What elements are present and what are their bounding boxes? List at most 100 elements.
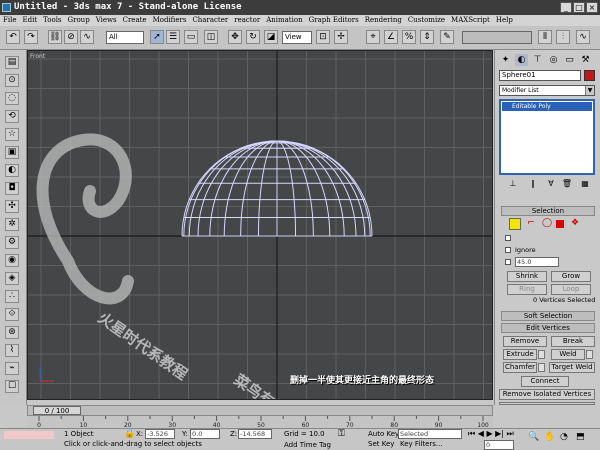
- bind-space-warp-icon[interactable]: ∿: [80, 30, 94, 44]
- select-and-rotate-icon[interactable]: ↻: [246, 30, 260, 44]
- particle-icon[interactable]: ∴: [5, 290, 19, 303]
- break-button[interactable]: Break: [551, 336, 595, 347]
- edge-mode-icon[interactable]: ⌐: [525, 218, 537, 230]
- ignore-backfacing-checkbox[interactable]: [505, 247, 511, 253]
- layer-manager-icon[interactable]: ▤: [5, 56, 19, 69]
- stack-item-editable-poly[interactable]: Editable Poly: [502, 102, 592, 111]
- systems-icon[interactable]: ⚙: [5, 236, 19, 249]
- menu-reactor[interactable]: reactor: [234, 15, 260, 26]
- wire-icon[interactable]: ⌇: [5, 344, 19, 357]
- menu-maxscript[interactable]: MAXScript: [451, 15, 490, 26]
- soft-selection-rollout-header[interactable]: Soft Selection: [501, 311, 595, 321]
- extrude-settings-button[interactable]: [538, 350, 545, 359]
- select-by-name-icon[interactable]: ☰: [166, 30, 180, 44]
- grow-button[interactable]: Grow: [551, 271, 591, 282]
- current-frame-field[interactable]: 0: [484, 440, 514, 450]
- modifier-list-dropdown[interactable]: Modifier List ▼: [499, 85, 595, 96]
- time-slider[interactable]: 0 / 100: [27, 405, 493, 416]
- x-coordinate-field[interactable]: -3.526: [145, 429, 175, 439]
- menu-graph-editors[interactable]: Graph Editors: [309, 15, 359, 26]
- named-selection-sets-dropdown[interactable]: [462, 31, 532, 44]
- chamfer-button[interactable]: Chamfer: [503, 362, 537, 373]
- modify-tab-icon[interactable]: ◐: [515, 54, 528, 66]
- shrink-button[interactable]: Shrink: [507, 271, 547, 282]
- pin-stack-icon[interactable]: ⊥: [507, 178, 519, 190]
- redo-icon[interactable]: ↷: [24, 30, 38, 44]
- menu-help[interactable]: Help: [496, 15, 513, 26]
- transform-icon[interactable]: ⟲: [5, 110, 19, 123]
- y-coordinate-field[interactable]: 0.0: [190, 429, 220, 439]
- extrude-button[interactable]: Extrude: [503, 349, 537, 360]
- menu-tools[interactable]: Tools: [43, 15, 61, 26]
- border-mode-icon[interactable]: ◯: [541, 218, 553, 230]
- target-weld-button[interactable]: Target Weld: [549, 362, 595, 373]
- helper-icon[interactable]: ✣: [5, 200, 19, 213]
- angle-snap-icon[interactable]: ∠: [384, 30, 398, 44]
- rectangular-selection-icon[interactable]: ▭: [184, 30, 198, 44]
- configure-sets-icon[interactable]: ▦: [579, 178, 591, 190]
- menu-create[interactable]: Create: [123, 15, 147, 26]
- polygon-mode-icon[interactable]: [556, 220, 564, 228]
- chamfer-settings-button[interactable]: [538, 363, 545, 372]
- undo-icon[interactable]: ↶: [6, 30, 20, 44]
- show-end-result-icon[interactable]: ∥: [527, 178, 539, 190]
- by-vertex-checkbox[interactable]: [505, 235, 511, 241]
- select-and-scale-icon[interactable]: ◪: [264, 30, 278, 44]
- material-icon[interactable]: ◈: [5, 272, 19, 285]
- select-icon[interactable]: ⊙: [5, 74, 19, 87]
- maxscript-listener-mini[interactable]: [4, 431, 54, 439]
- menu-group[interactable]: Group: [68, 15, 90, 26]
- remove-isolated-vertices-button[interactable]: Remove Isolated Vertices: [499, 389, 595, 400]
- hierarchy-tab-icon[interactable]: ⊤: [531, 54, 544, 66]
- object-color-swatch[interactable]: [584, 70, 595, 81]
- close-button[interactable]: ×: [586, 2, 598, 13]
- menu-rendering[interactable]: Rendering: [365, 15, 402, 26]
- pan-icon[interactable]: ✋: [544, 432, 555, 442]
- select-and-manipulate-icon[interactable]: ✢: [334, 30, 348, 44]
- use-pivot-point-icon[interactable]: ⊡: [316, 30, 330, 44]
- unlink-icon[interactable]: ⊘: [64, 30, 78, 44]
- percent-snap-icon[interactable]: %: [402, 30, 416, 44]
- camera-icon[interactable]: ◘: [5, 182, 19, 195]
- light-icon[interactable]: ◐: [5, 164, 19, 177]
- display-tab-icon[interactable]: ▭: [563, 54, 576, 66]
- maximize-viewport-icon[interactable]: ⬒: [576, 432, 585, 442]
- select-object-icon[interactable]: ➚: [150, 30, 164, 44]
- menu-modifiers[interactable]: Modifiers: [153, 15, 187, 26]
- orbit-icon[interactable]: ◔: [560, 432, 568, 442]
- add-time-tag[interactable]: Add Time Tag: [284, 441, 331, 449]
- selection-filter-dropdown[interactable]: All: [106, 31, 144, 44]
- maximize-button[interactable]: □: [573, 2, 585, 13]
- dynamics-icon[interactable]: ⟐: [5, 308, 19, 321]
- edit-vertices-rollout-header[interactable]: Edit Vertices: [501, 323, 595, 333]
- selection-rollout-header[interactable]: Selection: [501, 206, 595, 216]
- ik-icon[interactable]: ⌁: [5, 362, 19, 375]
- reference-coordinate-dropdown[interactable]: View: [282, 31, 312, 44]
- menu-customize[interactable]: Customize: [408, 15, 445, 26]
- create-tab-icon[interactable]: ✦: [499, 54, 512, 66]
- remove-unused-map-verts-button[interactable]: [499, 402, 595, 405]
- scene-icon[interactable]: ▣: [5, 146, 19, 159]
- ring-button[interactable]: Ring: [507, 284, 547, 295]
- remove-modifier-icon[interactable]: 🗑: [561, 178, 573, 190]
- object-name-field[interactable]: Sphere01: [499, 70, 581, 81]
- key-icon[interactable]: ⚿: [338, 429, 345, 439]
- menu-edit[interactable]: Edit: [22, 15, 37, 26]
- play-controls[interactable]: ⏮ ◀ ▶ ▶| ⏭: [468, 429, 514, 439]
- angle-threshold-field[interactable]: 45.0: [515, 257, 559, 267]
- key-filters-button[interactable]: Key Filters...: [400, 440, 443, 448]
- mirror-icon[interactable]: ⫴: [538, 30, 552, 44]
- track-bar[interactable]: 0 10 20 30 40 50 60 70 80 90 100: [27, 416, 493, 429]
- window-crossing-icon[interactable]: ◫: [204, 30, 218, 44]
- select-and-move-icon[interactable]: ✥: [228, 30, 242, 44]
- reactor-icon[interactable]: ⊛: [5, 326, 19, 339]
- remove-button[interactable]: Remove: [503, 336, 547, 347]
- time-slider-thumb[interactable]: 0 / 100: [33, 406, 81, 415]
- weld-button[interactable]: Weld: [551, 349, 585, 360]
- snaps-toggle-icon[interactable]: ⌖: [366, 30, 380, 44]
- utilities-tab-icon[interactable]: ⚒: [579, 54, 592, 66]
- biped-icon[interactable]: ☐: [5, 380, 19, 393]
- key-mode-dropdown[interactable]: Selected: [398, 429, 462, 439]
- menu-views[interactable]: Views: [96, 15, 117, 26]
- connect-button[interactable]: Connect: [521, 376, 569, 387]
